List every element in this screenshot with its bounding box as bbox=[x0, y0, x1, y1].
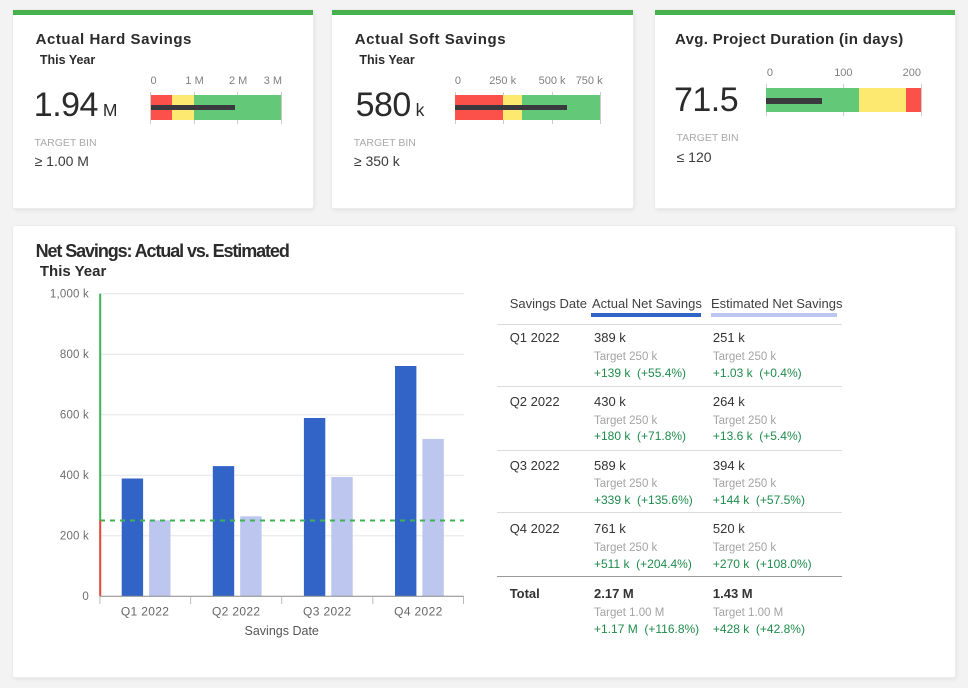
svg-text:Q2 2022: Q2 2022 bbox=[212, 605, 261, 619]
svg-text:200 k: 200 k bbox=[60, 531, 89, 543]
svg-text:400 k: 400 k bbox=[60, 470, 89, 482]
svg-text:Savings Date: Savings Date bbox=[245, 624, 319, 638]
svg-text:Q3 2022: Q3 2022 bbox=[303, 605, 352, 619]
svg-text:0: 0 bbox=[82, 591, 89, 603]
svg-text:Q1 2022: Q1 2022 bbox=[121, 605, 170, 619]
svg-text:Q4 2022: Q4 2022 bbox=[394, 605, 443, 619]
svg-text:1,000 k: 1,000 k bbox=[50, 289, 89, 301]
svg-text:800 k: 800 k bbox=[60, 349, 89, 361]
svg-text:600 k: 600 k bbox=[60, 410, 89, 422]
